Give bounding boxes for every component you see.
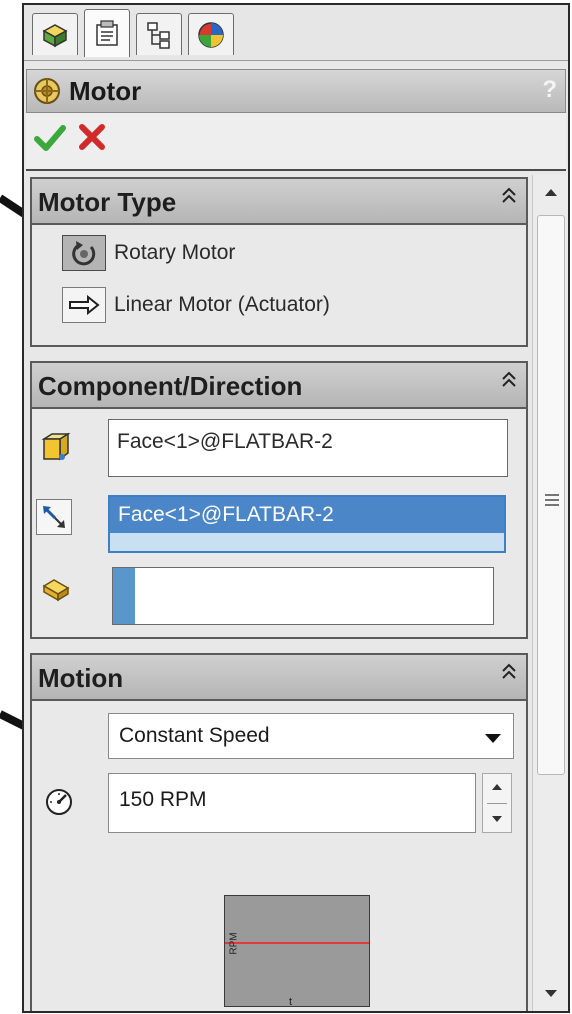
speed-profile-line — [225, 942, 369, 944]
direction-field-value: Face<1>@FLATBAR-2 — [110, 497, 504, 533]
reverse-direction-button[interactable] — [36, 499, 72, 535]
option-linear-motor[interactable]: Linear Motor (Actuator) — [62, 287, 330, 323]
motion-profile-graph: RPM t — [224, 895, 370, 1008]
motion-title: Motion — [38, 663, 124, 693]
collapse-icon[interactable] — [500, 661, 518, 683]
motor-type-title: Motor Type — [38, 187, 177, 217]
component-direction-group: Component/Direction Face<1>@FLATBAR-2 Fa… — [30, 361, 528, 639]
motor-type-header[interactable]: Motor Type — [32, 179, 526, 225]
motion-header[interactable]: Motion — [32, 655, 526, 701]
field-focus-marker — [113, 568, 135, 624]
linear-motor-button[interactable] — [62, 287, 106, 323]
confirm-row — [26, 113, 566, 171]
component-location-field[interactable]: Face<1>@FLATBAR-2 — [108, 419, 508, 477]
graph-y-label: RPM — [228, 932, 240, 955]
rotary-motor-label: Rotary Motor — [114, 241, 236, 264]
vertical-scrollbar[interactable] — [532, 175, 568, 1011]
ok-button[interactable] — [34, 123, 66, 153]
collapse-icon[interactable] — [500, 185, 518, 207]
scroll-up-icon[interactable] — [539, 181, 563, 205]
component-location-icon — [38, 429, 74, 465]
option-rotary-motor[interactable]: Rotary Motor — [62, 235, 235, 271]
spinner-divider — [487, 803, 507, 804]
grip-icon — [545, 494, 559, 506]
scrollbar-thumb[interactable] — [537, 215, 565, 775]
linear-motor-label: Linear Motor (Actuator) — [114, 293, 330, 316]
component-direction-header[interactable]: Component/Direction — [32, 363, 526, 409]
manager-tabs — [24, 5, 568, 61]
motion-function-value: Constant Speed — [119, 724, 270, 747]
speed-gauge-icon — [46, 789, 72, 815]
help-button[interactable]: ? — [542, 76, 557, 104]
property-manager-panel: Motor ? Motor Type Rotary Motor Linear M… — [22, 3, 570, 1013]
graph-x-label: t — [289, 996, 293, 1008]
tab-property-manager[interactable] — [84, 9, 130, 57]
linear-motor-icon — [69, 295, 100, 315]
display-manager-icon — [198, 21, 224, 48]
configuration-manager-icon — [147, 21, 170, 49]
page-title: Motor — [69, 75, 142, 106]
cancel-button[interactable] — [78, 123, 106, 151]
motor-type-group: Motor Type Rotary Motor Linear Motor (Ac… — [30, 177, 528, 347]
tab-display-manager[interactable] — [188, 13, 234, 55]
motion-group: Motion Constant Speed 150 RPM RPM t — [30, 653, 528, 1011]
speed-input[interactable]: 150 RPM — [108, 773, 476, 833]
speed-spinner[interactable] — [482, 773, 512, 833]
spin-up-icon[interactable] — [492, 784, 502, 790]
scroll-down-icon[interactable] — [539, 981, 563, 1005]
motor-icon — [34, 78, 60, 104]
collapse-icon[interactable] — [500, 369, 518, 391]
relative-component-icon — [38, 571, 74, 607]
direction-field[interactable]: Face<1>@FLATBAR-2 — [108, 495, 506, 553]
rotary-motor-button[interactable] — [62, 235, 106, 271]
tab-feature-manager[interactable] — [32, 13, 78, 55]
component-direction-title: Component/Direction — [38, 371, 303, 401]
motion-function-select[interactable]: Constant Speed — [108, 713, 514, 759]
tab-configuration-manager[interactable] — [136, 13, 182, 55]
relative-component-field[interactable] — [112, 567, 494, 625]
chevron-down-icon — [485, 734, 501, 743]
property-manager-icon — [96, 19, 118, 46]
reverse-direction-icon — [43, 506, 65, 528]
spin-down-icon[interactable] — [492, 816, 502, 822]
rotary-motor-icon — [72, 241, 96, 266]
feature-manager-icon — [42, 23, 68, 47]
panel-title-bar: Motor ? — [26, 69, 566, 113]
